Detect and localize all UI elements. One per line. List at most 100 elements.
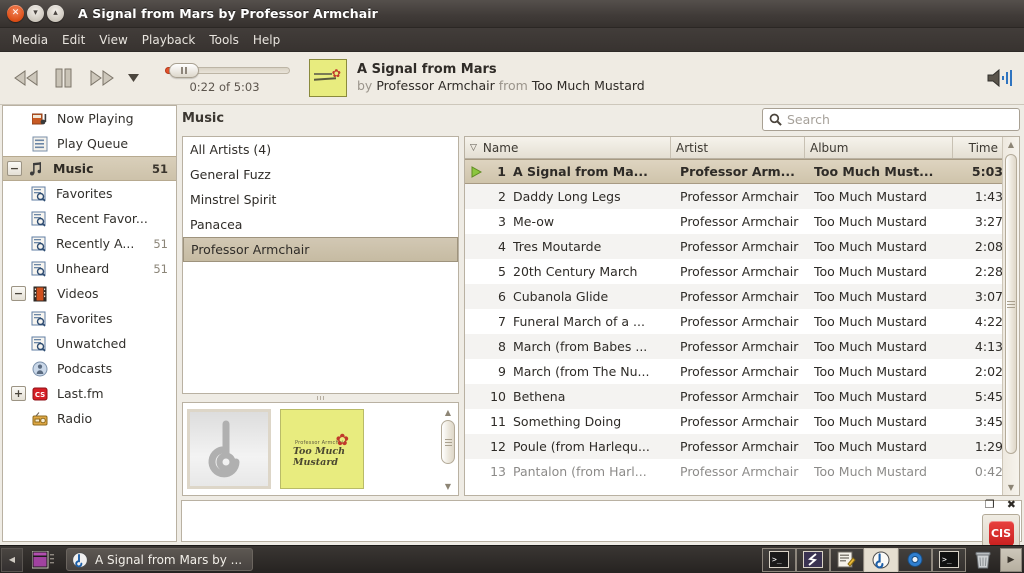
track-number: 4 [498, 239, 506, 254]
sidebar-item-music[interactable]: − Music 51 [3, 156, 176, 181]
track-number: 1 [497, 164, 506, 179]
scribus-icon[interactable] [796, 547, 830, 572]
menu-media[interactable]: Media [5, 31, 55, 49]
taskbar-tray: >_ >_ ▶ [762, 547, 1024, 572]
sidebar-item-now-playing[interactable]: Now Playing [3, 106, 176, 131]
previous-button[interactable] [9, 62, 43, 94]
table-row[interactable]: 5 20th Century March Professor Armchair … [465, 259, 1002, 284]
table-row[interactable]: 3 Me-ow Professor Armchair Too Much Must… [465, 209, 1002, 234]
seek-handle[interactable] [169, 63, 199, 78]
next-button[interactable] [85, 62, 119, 94]
artist-item-professor-armchair[interactable]: Professor Armchair [183, 237, 458, 262]
sidebar-item-videos[interactable]: − Videos [3, 281, 176, 306]
column-header-artist[interactable]: Artist [671, 137, 805, 158]
table-row[interactable]: 7 Funeral March of a ... Professor Armch… [465, 309, 1002, 334]
sidebar-item-recent-favorites[interactable]: Recent Favor... [3, 206, 176, 231]
source-sidebar[interactable]: Now Playing Play Queue − Music 51 Favori… [2, 105, 177, 542]
artist-item-minstrel-spirit[interactable]: Minstrel Spirit [183, 187, 458, 212]
play-pause-button[interactable] [47, 62, 81, 94]
now-playing-info: ✿ A Signal from Mars by Professor Armcha… [309, 59, 645, 97]
sidebar-item-unheard[interactable]: Unheard 51 [3, 256, 176, 281]
show-desktop-button[interactable] [26, 548, 60, 572]
artist-item-general-fuzz[interactable]: General Fuzz [183, 162, 458, 187]
show-desktop-icon [32, 550, 54, 568]
menu-edit[interactable]: Edit [55, 31, 92, 49]
scroll-down-arrow[interactable]: ▼ [1003, 480, 1019, 495]
artist-item-all[interactable]: All Artists (4) [183, 137, 458, 162]
menu-tools[interactable]: Tools [202, 31, 246, 49]
table-row[interactable]: 1 A Signal from Ma... Professor Arm... T… [465, 159, 1002, 184]
lastfm-expander[interactable]: + [11, 386, 26, 401]
video-icon [30, 285, 50, 303]
sidebar-item-lastfm[interactable]: + CS Last.fm [3, 381, 176, 406]
scroll-up-arrow[interactable]: ▲ [1003, 137, 1019, 152]
menu-help[interactable]: Help [246, 31, 287, 49]
horizontal-splitter[interactable] [182, 394, 459, 402]
maximize-window-button[interactable]: ▴ [47, 5, 64, 22]
videos-expander[interactable]: − [11, 286, 26, 301]
sidebar-item-music-favorites[interactable]: Favorites [3, 181, 176, 206]
artist-browser[interactable]: All Artists (4) General Fuzz Minstrel Sp… [182, 136, 459, 394]
artist-item-panacea[interactable]: Panacea [183, 212, 458, 237]
table-row[interactable]: 9 March (from The Nu... Professor Armcha… [465, 359, 1002, 384]
scroll-up-arrow[interactable]: ▲ [440, 406, 456, 418]
playback-menu-button[interactable] [123, 62, 143, 94]
volume-control[interactable] [987, 68, 1024, 88]
music-expander[interactable]: − [7, 161, 22, 176]
window-title: A Signal from Mars by Professor Armchair [78, 6, 378, 21]
column-header-time[interactable]: Time [953, 137, 1003, 158]
taskbar-play-button[interactable]: ▶ [1000, 547, 1022, 572]
scroll-thumb[interactable] [441, 420, 455, 464]
album-browser-scrollbar[interactable]: ▲ ▼ [440, 406, 456, 492]
sidebar-item-recently-added[interactable]: Recently A... 51 [3, 231, 176, 256]
table-row[interactable]: 10 Bethena Professor Armchair Too Much M… [465, 384, 1002, 409]
podcast-icon [30, 360, 50, 378]
table-row[interactable]: 13 Pantalon (from Harl... Professor Armc… [465, 459, 1002, 484]
track-album: Too Much Must... [814, 164, 934, 179]
terminal-icon[interactable]: >_ [762, 547, 796, 572]
column-header-album[interactable]: Album [805, 137, 953, 158]
track-list-scrollbar[interactable]: ▲ ▼ [1002, 137, 1019, 495]
column-label: Name [482, 140, 519, 155]
sidebar-item-radio[interactable]: Radio [3, 406, 176, 431]
table-row[interactable]: 6 Cubanola Glide Professor Armchair Too … [465, 284, 1002, 309]
now-playing-cover[interactable]: ✿ [309, 59, 347, 97]
sidebar-label: Last.fm [57, 386, 104, 401]
seek-slider[interactable] [157, 63, 292, 79]
trash-icon[interactable] [966, 548, 1000, 572]
sidebar-item-unwatched[interactable]: Unwatched [3, 331, 176, 356]
table-row[interactable]: 4 Tres Moutarde Professor Armchair Too M… [465, 234, 1002, 259]
album-cover-generic[interactable] [187, 409, 271, 489]
track-list[interactable]: ▽ Name Artist Album Time 1 A Signal from… [464, 136, 1020, 496]
close-icon[interactable]: ✖ [1007, 498, 1016, 511]
sidebar-item-play-queue[interactable]: Play Queue [3, 131, 176, 156]
scroll-down-arrow[interactable]: ▼ [440, 480, 456, 492]
taskbar-collapse-button[interactable]: ◀ [1, 547, 23, 572]
track-artist: Professor Armchair [680, 264, 799, 279]
taskbar-window-button[interactable]: A Signal from Mars by ... [66, 548, 254, 571]
banshee-icon[interactable] [864, 547, 898, 572]
search-box[interactable] [762, 108, 1020, 131]
scroll-thumb[interactable] [1005, 154, 1017, 454]
now-playing-artist: Professor Armchair [376, 78, 495, 93]
chromium-icon[interactable] [898, 547, 932, 572]
menu-view[interactable]: View [92, 31, 134, 49]
lastfm-badge: CIS [988, 520, 1014, 546]
close-window-button[interactable]: ✕ [7, 5, 24, 22]
restore-icon[interactable]: ❐ [985, 498, 995, 511]
window-controls: ✕ ▾ ▴ [0, 5, 64, 22]
table-row[interactable]: 2 Daddy Long Legs Professor Armchair Too… [465, 184, 1002, 209]
table-row[interactable]: 11 Something Doing Professor Armchair To… [465, 409, 1002, 434]
search-input[interactable] [787, 112, 1013, 127]
menu-playback[interactable]: Playback [135, 31, 203, 49]
sidebar-item-podcasts[interactable]: Podcasts [3, 356, 176, 381]
terminal2-icon[interactable]: >_ [932, 547, 966, 572]
album-cover-too-much-mustard[interactable]: Professor Armchair Too Much Mustard ✿ [280, 409, 364, 489]
column-header-name[interactable]: ▽ Name [465, 137, 671, 158]
sidebar-item-video-favorites[interactable]: Favorites [3, 306, 176, 331]
table-row[interactable]: 12 Poule (from Harlequ... Professor Armc… [465, 434, 1002, 459]
table-row[interactable]: 8 March (from Babes ... Professor Armcha… [465, 334, 1002, 359]
text-editor-icon[interactable] [830, 547, 864, 572]
album-browser[interactable]: Professor Armchair Too Much Mustard ✿ ▲ … [182, 402, 459, 496]
minimize-window-button[interactable]: ▾ [27, 5, 44, 22]
